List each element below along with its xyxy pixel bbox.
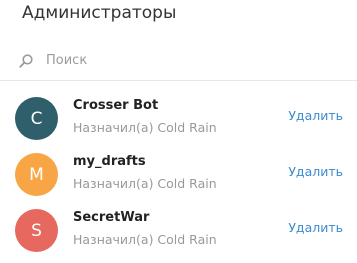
admin-assigned-by: Назначил(а) Cold Rain	[73, 232, 217, 247]
remove-admin-button[interactable]: Удалить	[288, 220, 343, 235]
remove-admin-button[interactable]: Удалить	[288, 164, 343, 179]
page-title: Администраторы	[22, 3, 177, 23]
search-icon	[18, 53, 34, 69]
search-input[interactable]	[46, 48, 336, 72]
administrators-panel: Администраторы C Crosser Bot Назначил(а)…	[0, 0, 357, 263]
search-bar[interactable]	[0, 42, 357, 78]
admin-row[interactable]: S SecretWar Назначил(а) Cold Rain Удалит…	[0, 204, 357, 260]
admin-assigned-by: Назначил(а) Cold Rain	[73, 120, 217, 135]
admin-name: my_drafts	[73, 154, 146, 169]
admin-assigned-by: Назначил(а) Cold Rain	[73, 176, 217, 191]
avatar: M	[15, 153, 58, 196]
admin-name: Crosser Bot	[73, 98, 159, 113]
avatar: C	[15, 97, 58, 140]
remove-admin-button[interactable]: Удалить	[288, 108, 343, 123]
admin-row[interactable]: M my_drafts Назначил(а) Cold Rain Удалит…	[0, 148, 357, 204]
admin-name: SecretWar	[73, 210, 150, 225]
avatar: S	[15, 209, 58, 252]
divider	[0, 80, 357, 81]
admin-row[interactable]: C Crosser Bot Назначил(а) Cold Rain Удал…	[0, 92, 357, 148]
